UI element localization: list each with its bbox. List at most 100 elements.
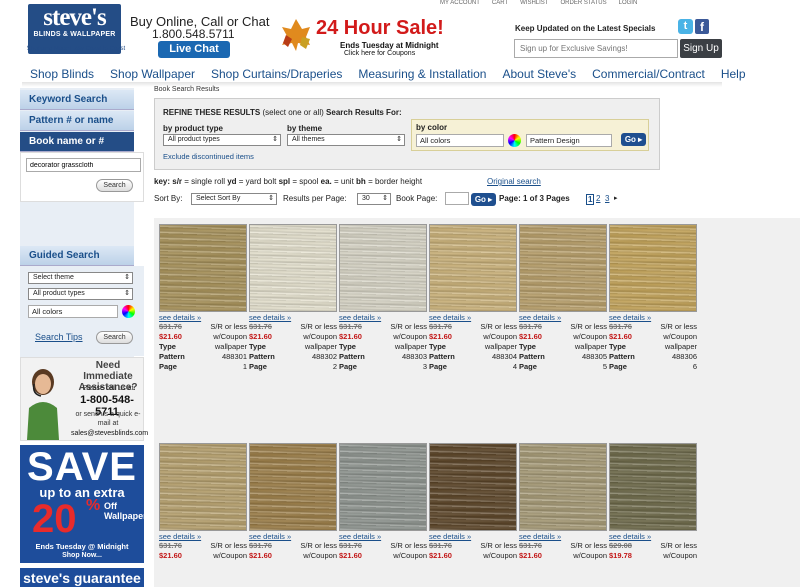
product-thumbnail[interactable] <box>159 443 247 531</box>
see-details-link[interactable]: see details » <box>609 313 697 322</box>
sale-banner[interactable]: 24 Hour Sale! Ends Tuesday at Midnight C… <box>280 13 465 59</box>
page-label: Page <box>519 362 537 371</box>
login-link[interactable]: LOGIN <box>619 0 638 8</box>
newsletter-input[interactable] <box>514 39 678 58</box>
nav-commercial[interactable]: Commercial/Contract <box>584 64 713 84</box>
search-tips-link[interactable]: Search Tips <box>35 332 83 342</box>
refine-go-button[interactable]: Go ▸ <box>621 133 646 146</box>
twitter-icon[interactable]: t <box>678 19 693 34</box>
product-thumbnail[interactable] <box>519 443 607 531</box>
live-chat-button[interactable]: Live Chat <box>158 41 230 58</box>
save-promo-banner[interactable]: SAVE up to an extra 20 % Off Wallpaper En… <box>20 445 147 563</box>
book-page-input[interactable] <box>445 192 469 205</box>
wishlist-link[interactable]: WISHLIST <box>520 0 548 8</box>
book-search-button[interactable]: Search <box>96 179 133 192</box>
see-details-link[interactable]: see details » <box>159 313 247 322</box>
product-type-select[interactable]: All product types ⇕ <box>28 288 133 300</box>
nav-about[interactable]: About Steve's <box>494 64 584 84</box>
price-old-row: $31.76 S/R or less <box>519 322 607 332</box>
product-thumbnail[interactable] <box>429 224 517 312</box>
sale-price: $21.60 <box>429 332 452 341</box>
refine-product-type-select[interactable]: All product types ⇕ <box>163 134 281 146</box>
product-thumbnail[interactable] <box>429 443 517 531</box>
product-card[interactable]: see details » $31.76 S/R or less $21.60 w/Co… <box>249 443 337 561</box>
product-card[interactable]: see details » $31.76 S/R or less $21.60 w/Co… <box>339 443 427 561</box>
main-nav: Shop Blinds Shop Wallpaper Shop Curtains… <box>22 64 746 84</box>
refine-heading: REFINE THESE RESULTS (select one or all)… <box>163 108 402 117</box>
assistance-banner[interactable]: Need Immediate Assistance? Please call u… <box>20 357 148 441</box>
book-page-go-button[interactable]: Go ▸ <box>471 193 496 206</box>
product-thumbnail[interactable] <box>609 224 697 312</box>
color-field[interactable]: All colors <box>28 305 118 318</box>
tab-book-name[interactable]: Book name or # <box>20 132 134 152</box>
color-wheel-icon[interactable] <box>122 305 135 318</box>
nav-shop-wallpaper[interactable]: Shop Wallpaper <box>102 64 203 84</box>
next-page-icon[interactable]: ▸ <box>614 194 618 202</box>
key-spl-text: = spool <box>292 177 319 186</box>
signup-button[interactable]: Sign Up <box>680 39 722 58</box>
product-thumbnail[interactable] <box>339 224 427 312</box>
product-card[interactable]: see details » $31.76 S/R or less $21.60 w/Co… <box>609 224 697 372</box>
nav-divider <box>22 82 722 87</box>
see-details-link[interactable]: see details » <box>519 313 607 322</box>
product-card[interactable]: see details » $31.76 S/R or less $21.60 w/Co… <box>429 443 517 561</box>
page-link-3[interactable]: 3 <box>605 194 609 203</box>
product-card[interactable]: see details » $31.76 S/R or less $21.60 w/Co… <box>519 224 607 372</box>
product-card[interactable]: see details » $31.76 S/R or less $21.60 w/Co… <box>159 443 247 561</box>
page-value: 5 <box>602 362 607 371</box>
price-new-row: $21.60 w/Coupon <box>519 551 607 561</box>
book-search-input[interactable] <box>26 158 141 172</box>
refine-theme-select[interactable]: All themes ⇕ <box>287 134 405 146</box>
page-link-2[interactable]: 2 <box>596 194 600 203</box>
refine-title: REFINE THESE RESULTS <box>163 108 261 117</box>
product-card[interactable]: see details » $31.76 S/R or less $21.60 w/Co… <box>429 224 517 372</box>
see-details-link[interactable]: see details » <box>429 313 517 322</box>
pattern-design-field[interactable]: Pattern Design <box>526 134 612 147</box>
product-card[interactable]: see details » $31.76 S/R or less $21.60 w/Co… <box>249 224 337 372</box>
product-card[interactable]: see details » $31.76 S/R or less $21.60 w/Co… <box>159 224 247 372</box>
original-search-link[interactable]: Original search <box>487 177 541 186</box>
nav-shop-blinds[interactable]: Shop Blinds <box>22 64 102 84</box>
product-card[interactable]: see details » $29.08 S/R or less $19.78 w/Co… <box>609 443 697 561</box>
product-thumbnail[interactable] <box>249 443 337 531</box>
product-card[interactable]: see details » $31.76 S/R or less $21.60 w/Co… <box>339 224 427 372</box>
see-details-link[interactable]: see details » <box>159 532 247 541</box>
price-old-row: $31.76 S/R or less <box>429 541 517 551</box>
see-details-link[interactable]: see details » <box>249 313 337 322</box>
product-card[interactable]: see details » $31.76 S/R or less $21.60 w/Co… <box>519 443 607 561</box>
product-thumbnail[interactable] <box>519 224 607 312</box>
nav-help[interactable]: Help <box>713 64 754 84</box>
product-thumbnail[interactable] <box>339 443 427 531</box>
order-status-link[interactable]: ORDER STATUS <box>560 0 606 8</box>
product-thumbnail[interactable] <box>249 224 337 312</box>
results-per-page-select[interactable]: 30 ⇕ <box>357 193 391 205</box>
guarantee-banner[interactable]: steve's guarantee <box>20 566 144 587</box>
exclude-discontinued-link[interactable]: Exclude discontinued items <box>163 152 254 161</box>
product-thumbnail[interactable] <box>159 224 247 312</box>
cart-link[interactable]: CART <box>492 0 508 8</box>
page-link-1[interactable]: 1 <box>586 194 595 205</box>
see-details-link[interactable]: see details » <box>519 532 607 541</box>
tab-keyword-search[interactable]: Keyword Search <box>20 90 134 110</box>
type-value: wallpaper <box>304 342 337 351</box>
page-value: 4 <box>512 362 517 371</box>
theme-select[interactable]: Select theme ⇕ <box>28 272 133 284</box>
guided-search-button[interactable]: Search <box>96 331 133 344</box>
product-thumbnail[interactable] <box>609 443 697 531</box>
nav-measuring[interactable]: Measuring & Installation <box>350 64 494 84</box>
my-account-link[interactable]: MY ACCOUNT <box>440 0 480 8</box>
sale-price: $19.78 <box>609 551 632 560</box>
see-details-link[interactable]: see details » <box>339 313 427 322</box>
see-details-link[interactable]: see details » <box>249 532 337 541</box>
facebook-icon[interactable]: f <box>695 19 709 34</box>
see-details-link[interactable]: see details » <box>609 532 697 541</box>
nav-shop-curtains[interactable]: Shop Curtains/Draperies <box>203 64 350 84</box>
see-details-link[interactable]: see details » <box>429 532 517 541</box>
autumn-leaves-icon <box>282 19 310 51</box>
sort-by-select[interactable]: Select Sort By ⇕ <box>191 193 277 205</box>
see-details-link[interactable]: see details » <box>339 532 427 541</box>
color-wheel-icon[interactable] <box>508 134 521 147</box>
assist-email[interactable]: sales@stevesblinds.com <box>71 430 148 437</box>
refine-color-field[interactable]: All colors <box>416 134 504 147</box>
tab-pattern-name[interactable]: Pattern # or name <box>20 111 134 131</box>
